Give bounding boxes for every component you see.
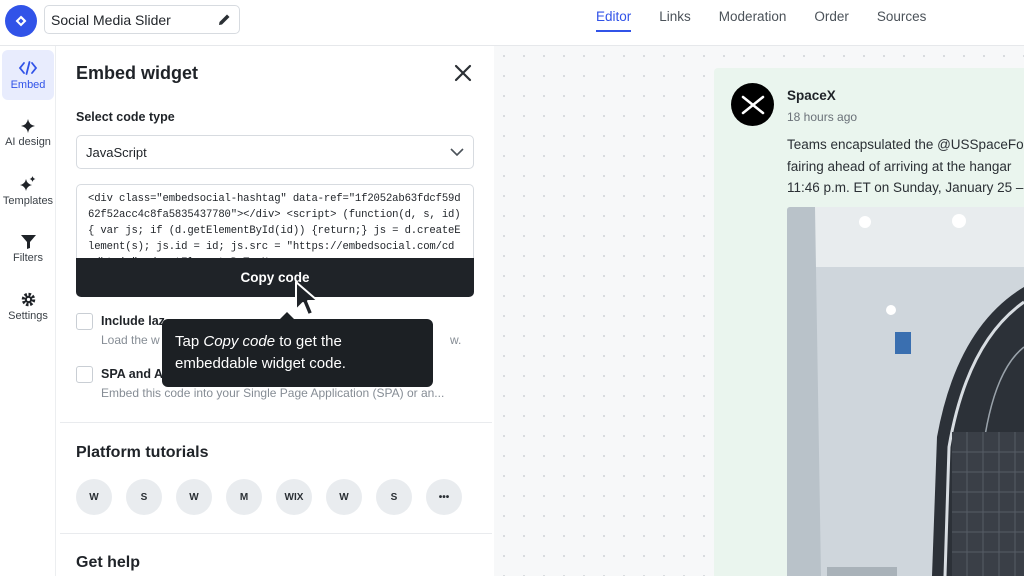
tab-links[interactable]: Links <box>659 0 691 32</box>
tab-editor[interactable]: Editor <box>596 0 632 32</box>
post-text-line: 11:46 p.m. ET on Sunday, January 25 – <box>787 180 1024 195</box>
post-author: SpaceX <box>787 88 836 103</box>
post-text-line: Teams encapsulated the @USSpaceFo <box>787 137 1024 152</box>
code-type-select[interactable]: JavaScript <box>76 135 474 169</box>
sparkles-icon <box>20 175 36 191</box>
nav-label-settings: Settings <box>8 310 48 322</box>
tab-sources[interactable]: Sources <box>877 0 927 32</box>
nav-label-ai-design: AI design <box>5 135 51 148</box>
top-bar: Social Media Slider Editor Links Moderat… <box>0 0 1024 46</box>
section-divider <box>60 422 492 423</box>
post-text: Teams encapsulated the @USSpaceFo fairin… <box>787 134 1024 199</box>
app-logo-icon[interactable] <box>5 5 37 37</box>
wordpress-icon[interactable]: W <box>76 479 112 515</box>
widget-name-text: Social Media Slider <box>51 11 171 28</box>
pencil-icon[interactable] <box>218 13 231 26</box>
shopify-icon[interactable]: S <box>126 479 162 515</box>
spacex-logo-icon <box>741 95 764 114</box>
avatar <box>731 83 774 126</box>
spa-checkbox[interactable] <box>76 366 93 383</box>
lazy-load-desc-end: w. <box>450 333 462 347</box>
main-tabs: Editor Links Moderation Order Sources <box>596 0 926 46</box>
section-divider <box>60 533 492 534</box>
nav-item-settings[interactable]: Settings <box>0 282 56 332</box>
code-icon <box>18 60 38 75</box>
embed-code-text: <div class="embedsocial-hashtag" data-re… <box>88 193 461 258</box>
sparkle-icon <box>21 118 35 133</box>
mouse-cursor-icon <box>295 281 319 316</box>
spa-label: SPA and A <box>101 367 164 381</box>
lazy-load-desc: Load the w <box>101 333 160 347</box>
select-code-type-label: Select code type <box>76 110 175 124</box>
nav-label-embed: Embed <box>10 78 46 91</box>
spa-desc: Embed this code into your Single Page Ap… <box>101 386 445 400</box>
nav-item-templates[interactable]: Templates <box>0 166 56 216</box>
squarespace-icon[interactable]: S <box>376 479 412 515</box>
nav-item-filters[interactable]: Filters <box>0 224 56 274</box>
spacecraft-photo <box>787 207 1024 576</box>
gear-icon <box>21 292 35 307</box>
close-icon[interactable] <box>453 63 473 83</box>
embed-code-box[interactable]: <div class="embedsocial-hashtag" data-re… <box>76 184 474 258</box>
tab-order[interactable]: Order <box>814 0 849 32</box>
post-text-line: fairing ahead of arriving at the hangar <box>787 158 1012 174</box>
panel-title: Embed widget <box>76 63 199 83</box>
wix-icon[interactable]: WIX <box>276 479 312 515</box>
webflow-w-icon[interactable]: W <box>176 479 212 515</box>
tooltip-emphasis: Copy code <box>203 333 276 350</box>
chevron-down-icon <box>450 148 464 156</box>
nav-label-filters: Filters <box>13 251 43 264</box>
code-type-value: JavaScript <box>86 144 147 160</box>
lazy-load-checkbox[interactable] <box>76 313 93 330</box>
widget-name-field[interactable]: Social Media Slider <box>44 5 240 34</box>
filter-icon <box>20 234 36 249</box>
get-help-title: Get help <box>76 554 141 571</box>
platform-tutorials-title: Platform tutorials <box>76 444 209 461</box>
post-time: 18 hours ago <box>787 110 858 124</box>
nav-item-ai-design[interactable]: AI design <box>0 108 56 158</box>
copy-code-button[interactable]: Copy code <box>76 258 474 297</box>
nav-item-embed[interactable]: Embed <box>2 50 54 100</box>
left-nav: Embed AI design Templates Filters Settin… <box>0 46 56 576</box>
more-icon[interactable]: ••• <box>426 479 462 515</box>
magento-icon[interactable]: M <box>226 479 262 515</box>
webflow-icon[interactable]: W <box>326 479 362 515</box>
nav-label-templates: Templates <box>2 194 54 207</box>
copy-code-tooltip: Tap Copy code to get the embeddable widg… <box>162 312 433 387</box>
embed-panel: Embed widget Select code type JavaScript… <box>60 46 492 576</box>
tooltip-prefix: Tap <box>175 333 204 350</box>
post-image[interactable] <box>787 207 1024 576</box>
tab-moderation[interactable]: Moderation <box>719 0 787 32</box>
lazy-load-label: Include laz <box>101 314 165 328</box>
platform-list: W S W M WIX W S ••• <box>76 479 462 515</box>
